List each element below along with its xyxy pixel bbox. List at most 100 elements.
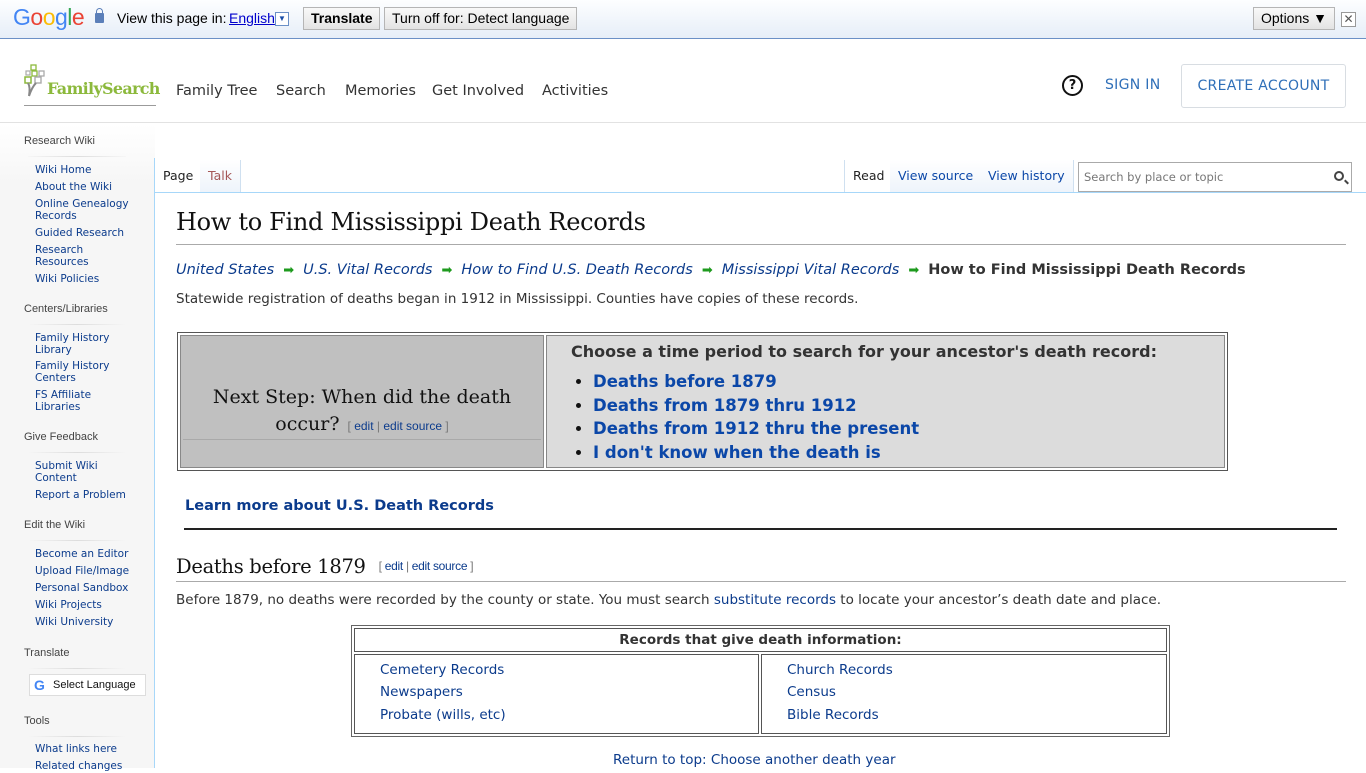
- heading-underline: [183, 439, 541, 440]
- arrow-right-icon: ➡: [908, 263, 920, 278]
- records-table: Records that give death information: Cem…: [351, 625, 1170, 737]
- tab-view-source[interactable]: View source: [890, 160, 983, 192]
- sidebar-item-fs-affiliate-libraries[interactable]: FS Affiliate Libraries: [35, 389, 105, 413]
- sidebar: Research Wiki Wiki Home About the Wiki O…: [0, 124, 155, 772]
- para-text: to locate your ancestor’s death date and…: [836, 592, 1162, 608]
- turn-off-button[interactable]: Turn off for: Detect language: [384, 7, 578, 30]
- nav-get-involved[interactable]: Get Involved: [432, 83, 524, 99]
- deaths-before-1879-link[interactable]: Deaths before 1879: [593, 372, 777, 391]
- edit-links: [ edit | edit source ]: [347, 419, 449, 433]
- unknown-death-date-link[interactable]: I don't know when the death is: [593, 443, 881, 462]
- sidebar-divider: [28, 736, 126, 737]
- familysearch-logo[interactable]: FamilySearch: [24, 64, 160, 106]
- arrow-right-icon: ➡: [283, 263, 295, 278]
- sidebar-item-wiki-home[interactable]: Wiki Home: [35, 164, 150, 177]
- sidebar-item-personal-sandbox[interactable]: Personal Sandbox: [35, 582, 150, 595]
- breadcrumb-mississippi-vital-records[interactable]: Mississippi Vital Records: [722, 262, 900, 278]
- sidebar-item-family-history-centers[interactable]: Family History Centers: [35, 360, 117, 384]
- close-icon[interactable]: ✕: [1341, 12, 1356, 27]
- google-logo: Google: [13, 4, 85, 30]
- tab-talk[interactable]: Talk: [200, 160, 241, 192]
- sign-in-link[interactable]: SIGN IN: [1105, 77, 1161, 93]
- sidebar-item-wiki-policies[interactable]: Wiki Policies: [35, 273, 150, 286]
- list-item: Deaths from 1879 thru 1912: [593, 394, 919, 418]
- search-icon[interactable]: [1334, 171, 1344, 181]
- language-dropdown-icon[interactable]: ▼: [275, 12, 289, 26]
- next-step-heading-cell: Next Step: When did the death occur?[ ed…: [180, 335, 544, 468]
- sidebar-item-related-changes[interactable]: Related changes: [35, 760, 150, 773]
- sidebar-item-upload-file[interactable]: Upload File/Image: [35, 565, 150, 578]
- next-step-heading: Next Step: When did the death occur?[ ed…: [181, 384, 543, 440]
- sidebar-divider: [28, 324, 126, 325]
- breadcrumb: United States ➡ U.S. Vital Records ➡ How to …: [176, 262, 1246, 278]
- tabs-divider: [155, 192, 1366, 193]
- sidebar-item-guided-research[interactable]: Guided Research: [35, 227, 150, 240]
- edit-source-link[interactable]: edit source: [412, 559, 468, 573]
- sidebar-divider: [28, 668, 126, 669]
- sidebar-heading-tools: Tools: [24, 715, 50, 727]
- wiki-search-input[interactable]: [1082, 164, 1322, 190]
- substitute-records-link[interactable]: substitute records: [714, 592, 836, 608]
- census-link[interactable]: Census: [787, 684, 836, 700]
- learn-more-link[interactable]: Learn more about U.S. Death Records: [185, 498, 494, 514]
- options-button[interactable]: Options ▼: [1253, 7, 1335, 30]
- next-step-box: Next Step: When did the death occur?[ ed…: [177, 332, 1228, 471]
- church-records-link[interactable]: Church Records: [787, 662, 893, 678]
- sidebar-item-become-editor[interactable]: Become an Editor: [35, 548, 150, 561]
- deaths-1879-1912-link[interactable]: Deaths from 1879 thru 1912: [593, 396, 857, 415]
- sidebar-heading-centers-libraries: Centers/Libraries: [24, 303, 108, 315]
- sidebar-divider: [28, 540, 126, 541]
- list-item: Deaths from 1912 thru the present: [593, 417, 919, 441]
- site-header: FamilySearch Family Tree Search Memories…: [0, 40, 1366, 123]
- nav-activities[interactable]: Activities: [542, 83, 608, 99]
- return-to-top-link[interactable]: Return to top: Choose another death year: [613, 752, 896, 768]
- sidebar-item-wiki-university[interactable]: Wiki University: [35, 616, 150, 629]
- select-language-dropdown[interactable]: G Select Language: [29, 674, 146, 696]
- sidebar-item-submit-wiki-content[interactable]: Submit Wiki Content: [35, 460, 110, 484]
- breadcrumb-united-states[interactable]: United States: [176, 262, 274, 278]
- sidebar-item-research-resources[interactable]: Research Resources: [35, 244, 105, 268]
- wiki-search-box: [1078, 162, 1352, 192]
- language-link[interactable]: English: [229, 10, 275, 26]
- tab-view-history[interactable]: View history: [980, 160, 1074, 192]
- page-title: How to Find Mississippi Death Records: [176, 208, 1346, 245]
- translate-button[interactable]: Translate: [303, 7, 381, 30]
- create-account-button[interactable]: CREATE ACCOUNT: [1181, 64, 1346, 108]
- sidebar-item-about-wiki[interactable]: About the Wiki: [35, 181, 150, 194]
- edit-link[interactable]: edit: [354, 419, 373, 433]
- breadcrumb-us-vital-records[interactable]: U.S. Vital Records: [303, 262, 432, 278]
- section-heading: Deaths before 1879 [ edit | edit source ]: [176, 555, 1346, 582]
- cemetery-records-link[interactable]: Cemetery Records: [380, 662, 504, 678]
- arrow-right-icon: ➡: [441, 263, 453, 278]
- records-column-left: Cemetery Records Newspapers Probate (wil…: [354, 654, 759, 734]
- bible-records-link[interactable]: Bible Records: [787, 707, 879, 723]
- edit-source-link[interactable]: edit source: [383, 419, 442, 433]
- deaths-1912-present-link[interactable]: Deaths from 1912 thru the present: [593, 419, 919, 438]
- sidebar-item-report-problem[interactable]: Report a Problem: [35, 489, 150, 502]
- sidebar-item-online-genealogy-records[interactable]: Online Genealogy Records: [35, 198, 135, 222]
- para-text: Before 1879, no deaths were recorded by …: [176, 592, 714, 608]
- nav-search[interactable]: Search: [276, 83, 326, 99]
- time-period-list: Deaths before 1879 Deaths from 1879 thru…: [573, 370, 919, 464]
- help-icon[interactable]: ?: [1062, 75, 1083, 96]
- breadcrumb-us-death-records[interactable]: How to Find U.S. Death Records: [461, 262, 692, 278]
- nav-memories[interactable]: Memories: [345, 83, 416, 99]
- edit-link[interactable]: edit: [385, 559, 403, 573]
- sidebar-heading-research-wiki: Research Wiki: [24, 135, 95, 147]
- tab-read[interactable]: Read: [844, 160, 894, 192]
- sidebar-item-what-links-here[interactable]: What links here: [35, 743, 150, 756]
- sidebar-heading-edit-wiki: Edit the Wiki: [24, 519, 86, 531]
- sidebar-border: [154, 158, 155, 768]
- view-in-label: View this page in:: [117, 10, 227, 26]
- newspapers-link[interactable]: Newspapers: [380, 684, 463, 700]
- google-g-icon: G: [34, 677, 45, 693]
- sidebar-item-wiki-projects[interactable]: Wiki Projects: [35, 599, 150, 612]
- intro-text: Statewide registration of deaths began i…: [176, 291, 859, 307]
- list-item: Deaths before 1879: [593, 370, 919, 394]
- sidebar-item-family-history-library[interactable]: Family History Library: [35, 332, 117, 356]
- section-title: Deaths before 1879: [176, 555, 366, 578]
- nav-family-tree[interactable]: Family Tree: [176, 83, 257, 99]
- probate-link[interactable]: Probate (wills, etc): [380, 707, 506, 723]
- sidebar-divider: [28, 452, 126, 453]
- tab-page[interactable]: Page: [155, 160, 203, 192]
